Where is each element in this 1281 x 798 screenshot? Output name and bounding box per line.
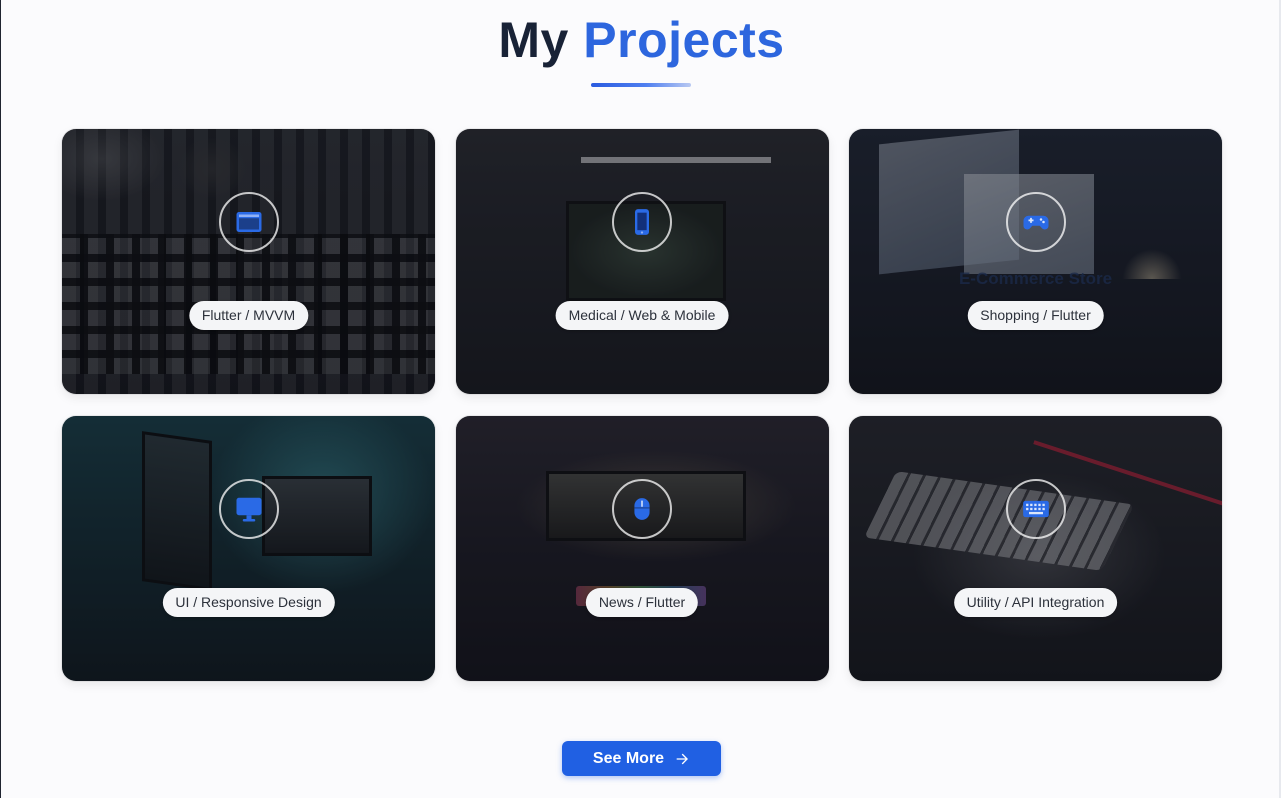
see-more-button[interactable]: See More [562, 741, 721, 776]
project-tags: Utility / API Integration [953, 588, 1118, 617]
project-card[interactable]: Flutter / MVVM [62, 129, 435, 394]
title-underline [591, 83, 691, 87]
see-more-label: See More [592, 749, 665, 767]
section-title-part2: Projects [583, 12, 785, 68]
project-tags: Medical / Web & Mobile [555, 301, 729, 330]
section-title-part1: My [498, 12, 569, 68]
project-card[interactable]: E-Commerce Store Shopping / Flutter [849, 129, 1222, 394]
project-title: E-Commerce Store [958, 269, 1113, 288]
mobile-phone-icon [612, 192, 672, 252]
mouse-icon [612, 479, 672, 539]
project-tags: News / Flutter [585, 588, 699, 617]
project-card[interactable]: Medical / Web & Mobile [455, 129, 829, 394]
project-tags: UI / Responsive Design [162, 588, 335, 617]
keyboard-icon [1005, 479, 1066, 539]
project-card[interactable]: News / Flutter [455, 416, 829, 681]
monitor-icon [218, 479, 279, 539]
arrow-right-icon [674, 751, 690, 767]
project-card[interactable]: UI / Responsive Design [62, 416, 435, 681]
browser-window-icon [218, 192, 279, 252]
projects-section: My Projects Flutter / MVVM Medical / Web… [0, 0, 1281, 798]
gamepad-icon [1005, 192, 1066, 252]
project-tags: Shopping / Flutter [967, 301, 1104, 330]
section-title: My Projects [1, 12, 1281, 68]
project-tags: Flutter / MVVM [188, 301, 309, 330]
projects-grid: Flutter / MVVM Medical / Web & Mobile E-… [62, 129, 1222, 681]
project-card[interactable]: Utility / API Integration [849, 416, 1222, 681]
